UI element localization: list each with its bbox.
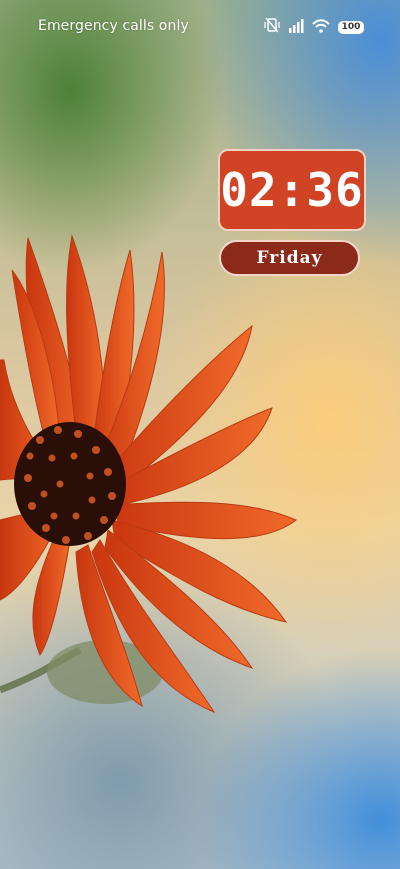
clock-time: 02:36 <box>220 163 364 217</box>
wifi-icon <box>312 18 330 37</box>
clock-widget[interactable]: 02:36 <box>218 149 366 231</box>
vibrate-off-icon <box>264 17 280 37</box>
day-widget[interactable]: Friday <box>219 240 360 276</box>
status-bar: Emergency calls only 100 <box>0 0 400 56</box>
wallpaper <box>0 0 400 869</box>
battery-icon: 100 <box>338 20 364 34</box>
flower-image <box>0 234 297 714</box>
status-icons: 100 <box>264 17 364 37</box>
carrier-status-text: Emergency calls only <box>38 18 189 34</box>
signal-icon <box>288 18 304 37</box>
day-label: Friday <box>256 248 323 268</box>
